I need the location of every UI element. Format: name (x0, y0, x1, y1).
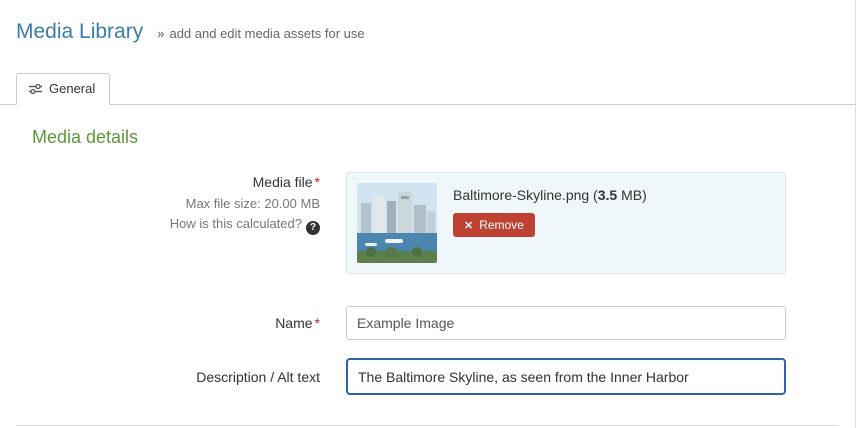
description-input[interactable] (346, 358, 786, 395)
remove-button[interactable]: ✕ Remove (453, 213, 535, 237)
name-label: Name * (275, 315, 320, 331)
content-area: Media details Media file * Max file size:… (0, 105, 855, 395)
description-label: Description / Alt text (196, 368, 320, 385)
name-row: Name * (32, 306, 839, 340)
sliders-icon (29, 83, 42, 95)
help-link[interactable]: How is this calculated?? (32, 214, 320, 235)
help-link-text: How is this calculated? (169, 216, 302, 231)
name-label-text: Name (275, 315, 313, 331)
remove-icon: ✕ (464, 219, 474, 232)
breadcrumb-chevron: » (157, 26, 165, 41)
section-title: Media details (32, 127, 139, 147)
media-file-label-text: Media file (252, 174, 313, 190)
tab-general-label: General (49, 81, 96, 96)
page-subtitle: » add and edit media assets for use (157, 26, 364, 41)
description-row: Description / Alt text (32, 358, 839, 395)
page-subtitle-text: add and edit media assets for use (169, 26, 365, 41)
description-ctrl-col (346, 358, 786, 395)
tab-bar: General (0, 72, 855, 105)
uploaded-file-box: Baltimore-Skyline.png (3.5 MB) ✕ Remove (346, 172, 786, 274)
question-circle-icon: ? (306, 221, 320, 235)
remove-button-label: Remove (479, 218, 524, 232)
media-form: Media file * Max file size: 20.00 MB How … (32, 172, 839, 395)
file-size: 3.5 (597, 187, 618, 203)
description-label-col: Description / Alt text (32, 367, 346, 387)
required-asterisk: * (314, 174, 320, 190)
name-label-col: Name * (32, 313, 346, 333)
file-size-unit: MB) (617, 187, 647, 203)
media-file-ctrl-col: Baltimore-Skyline.png (3.5 MB) ✕ Remove (346, 172, 786, 274)
name-required-asterisk: * (314, 315, 320, 331)
name-ctrl-col (346, 306, 786, 340)
media-file-label: Media file * (32, 172, 320, 192)
file-info: Baltimore-Skyline.png (3.5 MB) ✕ Remove (453, 183, 647, 237)
tab-general[interactable]: General (16, 73, 111, 105)
name-input[interactable] (346, 306, 786, 340)
media-library-page: Media Library » add and edit media assets… (0, 0, 856, 428)
page-header: Media Library » add and edit media assets… (0, 0, 855, 44)
max-file-size-hint: Max file size: 20.00 MB (185, 196, 320, 211)
file-name-text: Baltimore-Skyline.png ( (453, 187, 598, 203)
media-file-row: Media file * Max file size: 20.00 MB How … (32, 172, 839, 274)
media-thumbnail (357, 183, 437, 263)
file-name: Baltimore-Skyline.png (3.5 MB) (453, 187, 647, 203)
bottom-divider (16, 425, 839, 426)
page-title: Media Library (16, 20, 144, 43)
media-file-label-col: Media file * Max file size: 20.00 MB How … (32, 172, 346, 235)
